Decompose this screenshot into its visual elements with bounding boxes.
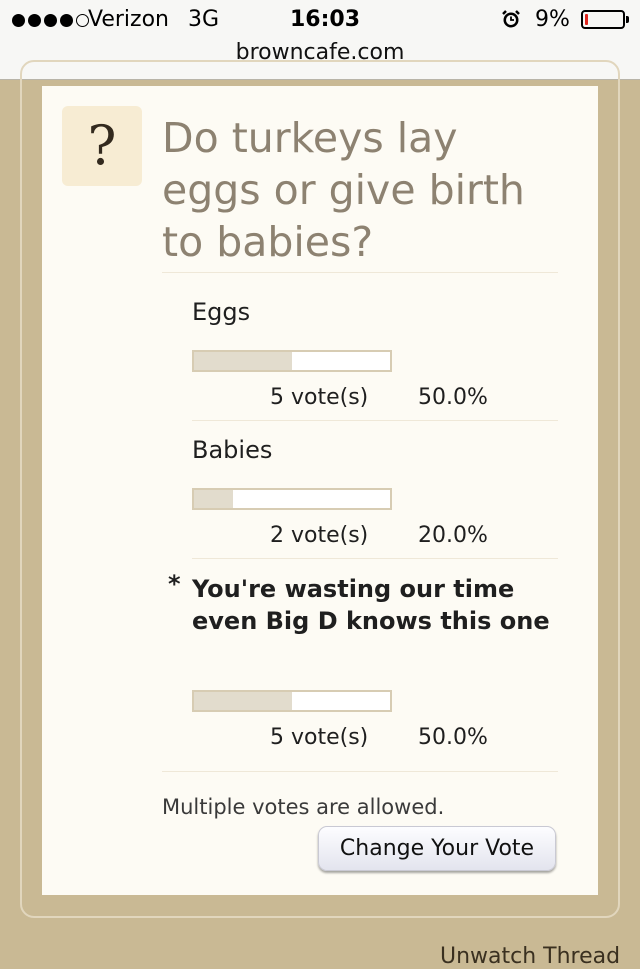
alarm-clock-icon	[502, 10, 520, 28]
vote-percent: 50.0%	[418, 385, 488, 410]
carrier-name: Verizon	[88, 7, 169, 32]
poll-option-label: Eggs	[192, 298, 251, 326]
battery-percent: 9%	[535, 7, 570, 32]
divider	[192, 558, 558, 559]
poll-result-bar	[192, 488, 392, 510]
vote-percent: 20.0%	[418, 523, 488, 548]
divider	[162, 771, 558, 772]
vote-count: 5 vote(s)	[270, 725, 369, 750]
poll-result-bar-fill	[194, 490, 234, 508]
network-type: 3G	[188, 7, 220, 32]
poll-option-label-voted: You're wasting our time even Big D knows…	[192, 575, 550, 635]
question-mark-icon: ?	[62, 106, 142, 186]
poll-result-bar-fill	[194, 692, 292, 710]
poll-result-bar-fill	[194, 352, 292, 370]
change-vote-button[interactable]: Change Your Vote	[318, 826, 556, 871]
vote-count: 2 vote(s)	[270, 523, 369, 548]
battery-icon	[581, 10, 629, 29]
status-bar: Verizon 3G 16:03 9%	[0, 6, 640, 36]
divider	[192, 420, 558, 421]
signal-dots-icon	[12, 14, 89, 27]
multiple-votes-note: Multiple votes are allowed.	[162, 795, 445, 819]
your-vote-marker: *	[168, 570, 181, 598]
poll-option-label: Babies	[192, 436, 273, 464]
vote-percent: 50.0%	[418, 725, 488, 750]
unwatch-thread-link[interactable]: Unwatch Thread	[440, 944, 620, 969]
divider	[162, 272, 558, 273]
vote-count: 5 vote(s)	[270, 385, 369, 410]
poll-result-bar	[192, 350, 392, 372]
poll-question: Do turkeys lay eggs or give birth to bab…	[162, 114, 525, 266]
poll-result-bar	[192, 690, 392, 712]
status-time: 16:03	[290, 7, 361, 32]
